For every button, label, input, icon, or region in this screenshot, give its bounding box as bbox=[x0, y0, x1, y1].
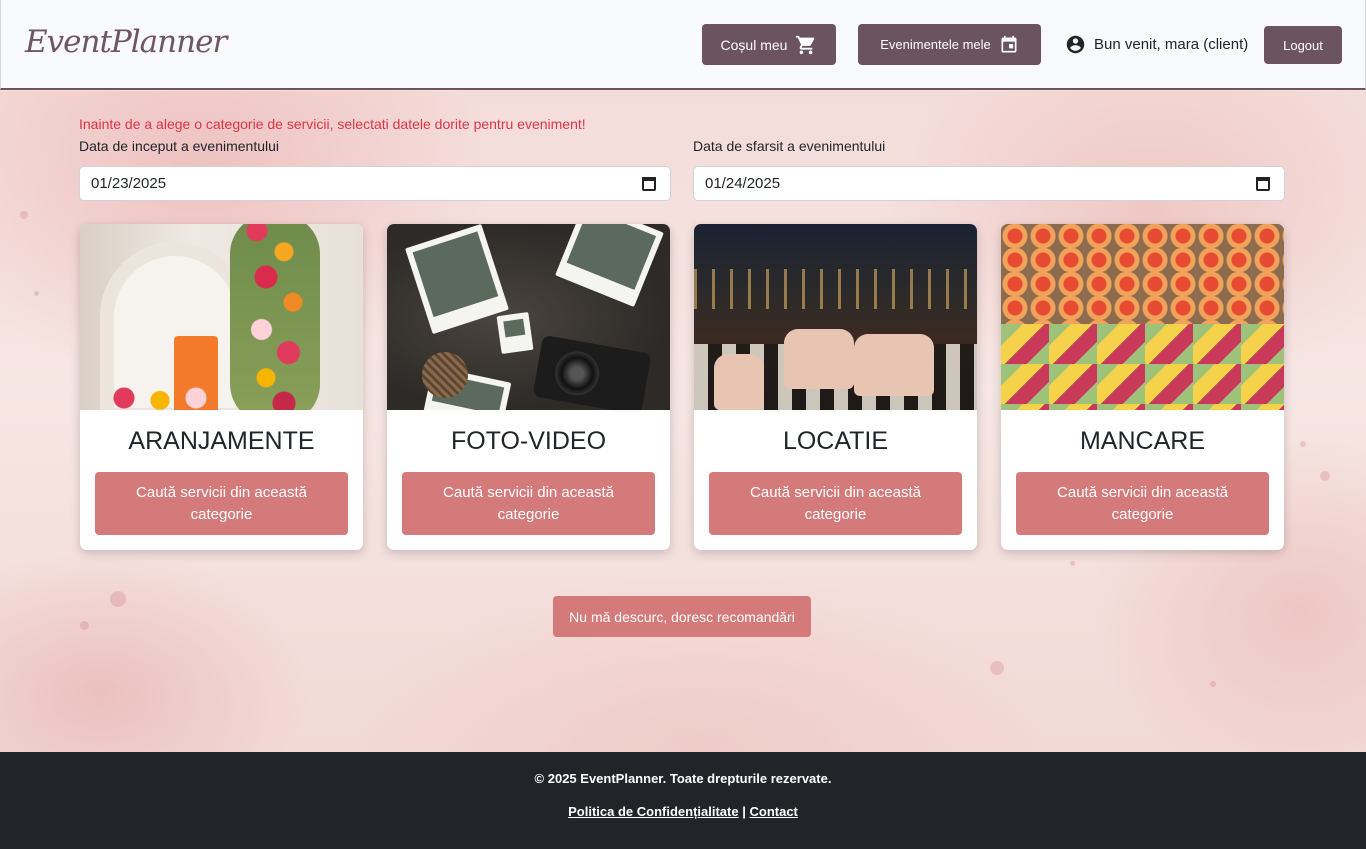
calendar-icon bbox=[1001, 35, 1017, 52]
category-title: LOCATIE bbox=[782, 427, 889, 455]
start-date-value: 01/23/2025 bbox=[91, 175, 167, 192]
logout-button[interactable]: Logout bbox=[1264, 26, 1342, 64]
category-card-foto-video: FOTO-VIDEO Caută servicii din această ca… bbox=[387, 224, 670, 550]
category-image-aranjamente bbox=[80, 224, 363, 410]
welcome-user: Bun venit, mara (client) bbox=[1065, 33, 1248, 55]
footer-separator: | bbox=[742, 804, 746, 819]
category-image-foto-video bbox=[387, 224, 670, 410]
cart-icon bbox=[796, 35, 815, 54]
my-events-button[interactable]: Evenimentele mele bbox=[858, 24, 1041, 65]
category-image-mancare bbox=[1001, 224, 1284, 410]
my-events-button-label: Evenimentele mele bbox=[880, 37, 991, 52]
brand-logo[interactable]: EventPlanner bbox=[25, 24, 227, 60]
footer: © 2025 EventPlanner. Toate drepturile re… bbox=[0, 752, 1366, 849]
date-warning: Inainte de a alege o categorie de servic… bbox=[79, 116, 586, 132]
category-search-button[interactable]: Caută servicii din această categorie bbox=[402, 472, 655, 535]
category-title: ARANJAMENTE bbox=[128, 427, 315, 455]
end-date-input[interactable]: 01/24/2025 bbox=[693, 166, 1285, 201]
footer-links: Politica de Confidențialitate | Contact bbox=[0, 804, 1366, 819]
contact-link[interactable]: Contact bbox=[749, 804, 797, 819]
main-content: Inainte de a alege o categorie de servic… bbox=[0, 91, 1366, 752]
calendar-picker-icon[interactable] bbox=[1256, 176, 1270, 191]
category-card-locatie: LOCATIE Caută servicii din această categ… bbox=[694, 224, 977, 550]
category-card-aranjamente: ARANJAMENTE Caută servicii din această c… bbox=[80, 224, 363, 550]
category-title: MANCARE bbox=[1079, 427, 1205, 455]
cart-button-label: Coșul meu bbox=[720, 36, 788, 53]
end-date-value: 01/24/2025 bbox=[705, 175, 781, 192]
category-card-mancare: MANCARE Caută servicii din această categ… bbox=[1001, 224, 1284, 550]
calendar-picker-icon[interactable] bbox=[642, 176, 656, 191]
privacy-policy-link[interactable]: Politica de Confidențialitate bbox=[568, 804, 738, 819]
category-search-button[interactable]: Caută servicii din această categorie bbox=[95, 472, 348, 535]
category-search-button[interactable]: Caută servicii din această categorie bbox=[709, 472, 962, 535]
category-title: FOTO-VIDEO bbox=[450, 427, 607, 455]
welcome-text: Bun venit, mara (client) bbox=[1094, 35, 1249, 53]
copyright-text: © 2025 EventPlanner. Toate drepturile re… bbox=[534, 771, 832, 786]
cart-button[interactable]: Coșul meu bbox=[702, 24, 836, 65]
navbar: EventPlanner Coșul meu Evenimentele mele… bbox=[0, 0, 1366, 90]
category-search-button[interactable]: Caută servicii din această categorie bbox=[1016, 472, 1269, 535]
end-date-label: Data de sfarsit a evenimentului bbox=[693, 138, 886, 154]
category-image-locatie bbox=[694, 224, 977, 410]
account-circle-icon bbox=[1066, 35, 1085, 53]
start-date-input[interactable]: 01/23/2025 bbox=[79, 166, 671, 201]
recommendations-button[interactable]: Nu mă descurc, doresc recomandări bbox=[553, 596, 811, 637]
start-date-label: Data de inceput a evenimentului bbox=[79, 138, 280, 154]
